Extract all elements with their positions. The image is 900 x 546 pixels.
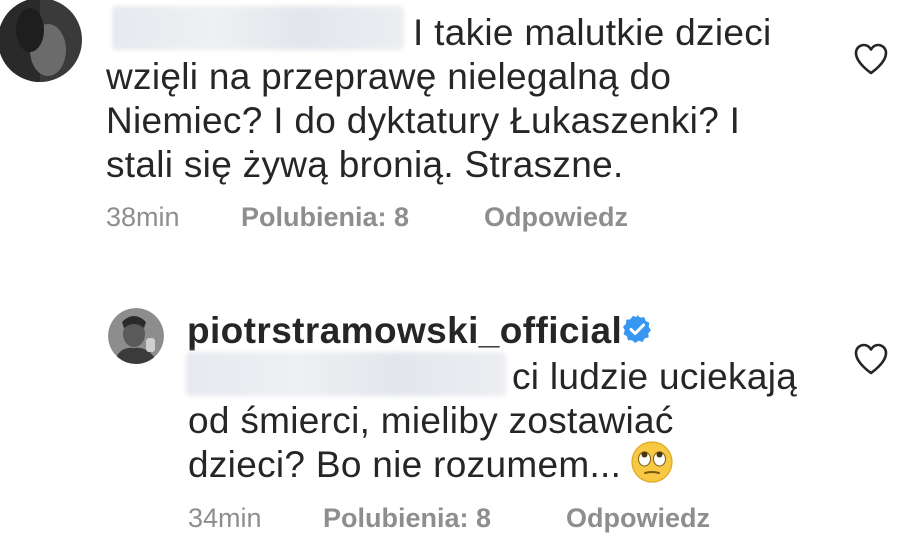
heart-outline-icon[interactable] — [853, 342, 889, 376]
avatar[interactable] — [108, 308, 164, 364]
eye-roll-emoji-icon — [631, 441, 673, 483]
comment-text-line: stali się żywą bronią. Straszne. — [106, 144, 624, 185]
comment-text-line: wzięli na przeprawę nielegalną do — [106, 56, 672, 97]
comment-text-line: Niemiec? I do dyktatury Łukaszenki? I — [106, 100, 741, 141]
comment-time: 34min — [188, 503, 262, 533]
likes-count-link[interactable]: Polubienia: 8 — [241, 201, 409, 233]
comment-2: piotrstramowski_official ci ludzie uciek… — [0, 290, 900, 546]
comment-text-line: od śmierci, mieliby zostawiać — [188, 400, 674, 441]
comment-text-line: dzieci? Bo nie rozumem... — [188, 444, 622, 485]
comment-text-line: ci ludzie uciekają — [512, 356, 798, 397]
comment-1: I takie malutkie dzieci wzięli na przepr… — [0, 0, 900, 250]
blurred-username — [112, 6, 404, 50]
verified-badge-icon — [623, 315, 651, 343]
reply-button[interactable]: Odpowiedz — [484, 201, 628, 233]
avatar[interactable] — [0, 0, 82, 94]
comment-time: 38min — [106, 202, 180, 232]
heart-outline-icon[interactable] — [853, 42, 889, 76]
likes-count-link[interactable]: Polubienia: 8 — [323, 502, 491, 534]
blurred-mention — [186, 352, 506, 396]
reply-button[interactable]: Odpowiedz — [566, 502, 710, 534]
comment-text-line: I takie malutkie dzieci — [413, 12, 772, 53]
comment-username[interactable]: piotrstramowski_official — [187, 310, 622, 352]
